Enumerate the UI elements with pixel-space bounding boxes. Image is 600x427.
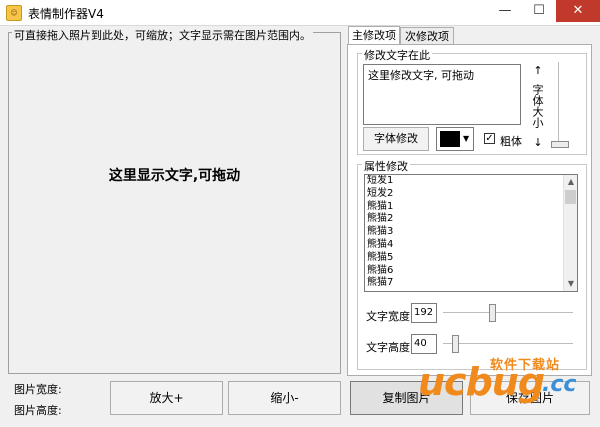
- font-size-slider-thumb[interactable]: [551, 141, 569, 148]
- bold-checkbox[interactable]: ✓: [484, 133, 495, 144]
- image-canvas[interactable]: [8, 32, 341, 374]
- image-height-label: 图片高度:: [14, 404, 62, 417]
- list-item[interactable]: 熊猫4: [365, 239, 577, 252]
- list-scrollbar[interactable]: ▲ ▼: [563, 175, 577, 291]
- list-item[interactable]: 熊猫1: [365, 201, 577, 214]
- scroll-thumb[interactable]: [565, 190, 576, 204]
- canvas-overlay-text[interactable]: 这里显示文字,可拖动: [8, 165, 341, 185]
- text-edit-legend: 修改文字在此: [362, 47, 432, 63]
- text-height-slider-thumb[interactable]: [452, 335, 459, 353]
- zoom-in-button[interactable]: 放大+: [110, 381, 223, 415]
- list-item[interactable]: 熊猫2: [365, 213, 577, 226]
- font-size-slider[interactable]: [555, 62, 563, 148]
- text-height-input[interactable]: 40: [411, 334, 437, 354]
- window-title: 表情制作器V4: [28, 7, 104, 21]
- maximize-button[interactable]: ☐: [522, 0, 556, 22]
- scroll-up-icon[interactable]: ▲: [564, 175, 577, 189]
- list-item[interactable]: 熊猫5: [365, 252, 577, 265]
- text-width-label: 文字宽度: [366, 310, 410, 323]
- list-item[interactable]: 熊猫3: [365, 226, 577, 239]
- list-item[interactable]: 熊猫7: [365, 277, 577, 290]
- watermark-logo: ucbug: [418, 360, 545, 404]
- list-item[interactable]: 熊猫6: [365, 265, 577, 278]
- text-width-input[interactable]: 192: [411, 303, 437, 323]
- font-size-up-icon: ↑: [533, 64, 543, 77]
- attributes-legend: 属性修改: [362, 158, 410, 174]
- text-height-label: 文字高度: [366, 341, 410, 354]
- zoom-out-button[interactable]: 缩小-: [228, 381, 341, 415]
- chevron-down-icon: ▼: [463, 134, 470, 143]
- minimize-button[interactable]: —: [488, 0, 522, 22]
- font-size-down-icon: ↓: [533, 136, 543, 149]
- list-item[interactable]: 短发1: [365, 175, 577, 188]
- font-size-slider-track: [558, 62, 560, 148]
- app-icon: ☺: [6, 5, 22, 21]
- list-item[interactable]: 短发2: [365, 188, 577, 201]
- watermark-tld: .cc: [542, 372, 577, 397]
- scroll-down-icon[interactable]: ▼: [564, 277, 577, 291]
- bold-label: 粗体: [500, 135, 522, 148]
- font-edit-button[interactable]: 字体修改: [363, 127, 429, 151]
- tab-secondary[interactable]: 次修改项: [400, 27, 454, 45]
- canvas-caption: 可直接拖入照片到此处，可缩放；文字显示需在图片范围内。: [12, 27, 313, 43]
- text-width-slider[interactable]: [443, 312, 573, 314]
- tab-main[interactable]: 主修改项: [348, 26, 400, 46]
- color-picker[interactable]: ▼: [436, 127, 474, 151]
- attribute-list[interactable]: 短发1 短发2 熊猫1 熊猫2 熊猫3 熊猫4 熊猫5 熊猫6 熊猫7 ▲ ▼: [364, 174, 578, 292]
- text-height-slider[interactable]: [443, 343, 573, 345]
- color-swatch: [440, 131, 460, 147]
- text-input[interactable]: 这里修改文字, 可拖动: [363, 64, 521, 125]
- text-width-slider-thumb[interactable]: [489, 304, 496, 322]
- font-size-label: 字体大小: [531, 84, 544, 128]
- image-width-label: 图片宽度:: [14, 383, 62, 396]
- close-button[interactable]: ✕: [556, 0, 600, 22]
